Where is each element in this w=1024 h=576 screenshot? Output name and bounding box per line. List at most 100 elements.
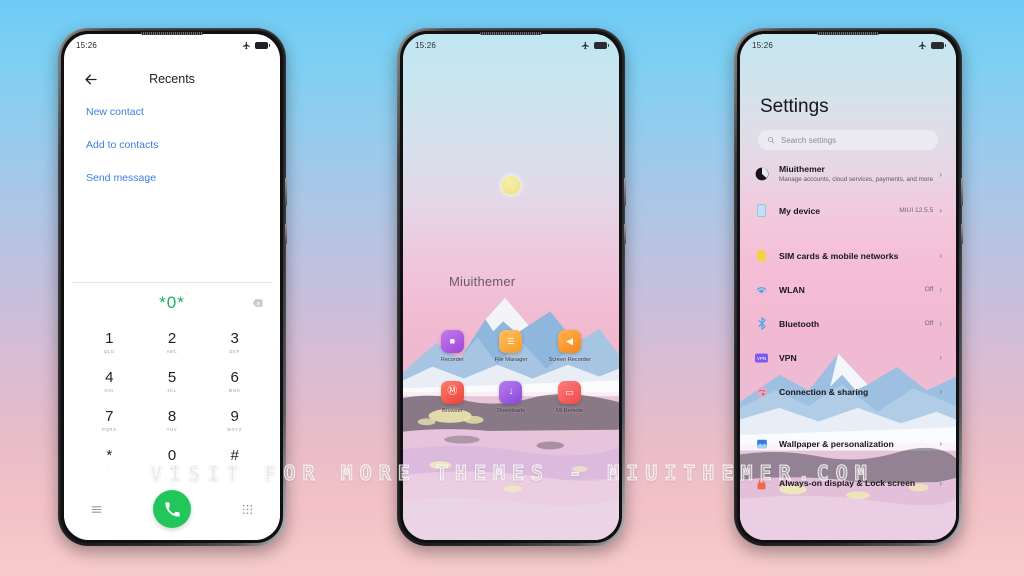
volume-button[interactable] xyxy=(624,178,626,206)
status-icons xyxy=(581,41,609,50)
bluetooth-icon xyxy=(754,316,769,331)
status-time: 15:26 xyxy=(76,40,98,50)
key-star[interactable]: *, xyxy=(78,440,141,479)
app-file-manager[interactable]: ☰ File Manager xyxy=(484,330,538,365)
phone-settings: 15:26 Settings Search settings Miuitheme… xyxy=(734,28,963,546)
chevron-right-icon: › xyxy=(939,319,942,328)
sim-card-icon xyxy=(754,248,769,263)
app-mi-remote[interactable]: ▭ Mi Remote xyxy=(543,380,597,416)
phone2-screen: 15:26 Miuithemer ■ Recorder ☰ File Manag… xyxy=(403,34,619,540)
chevron-right-icon: › xyxy=(939,353,942,362)
phone-bezel: 15:26 Settings Search settings Miuitheme… xyxy=(737,31,959,543)
settings-item-my-device[interactable]: My device MIUI 12.5.5 › xyxy=(740,195,956,227)
keypad-icon[interactable] xyxy=(241,503,254,516)
power-button[interactable] xyxy=(624,224,626,244)
key-5-number: 5 xyxy=(167,369,177,386)
settings-item-bluetooth-label: Bluetooth xyxy=(779,318,820,329)
dialer-bottom-bar xyxy=(64,488,280,530)
key-5[interactable]: 5 JKL xyxy=(141,362,204,401)
settings-item-vpn[interactable]: VPN VPN › xyxy=(740,341,956,375)
settings-item-my-device-value: MIUI 12.5.5 xyxy=(899,207,934,214)
key-6[interactable]: 6 MNO xyxy=(203,362,266,401)
recents-action-list: New contact Add to contacts Send message xyxy=(86,106,262,205)
wallpaper-icon xyxy=(754,436,769,451)
app-screen-recorder[interactable]: ◀ Screen Recorder xyxy=(543,330,597,365)
app-browser-label: Browser xyxy=(442,407,463,414)
app-browser[interactable]: Ⓜ Browser xyxy=(425,380,479,416)
airplane-icon xyxy=(581,41,589,49)
link-send-message[interactable]: Send message xyxy=(86,172,262,184)
settings-item-bluetooth[interactable]: Bluetooth Off › xyxy=(740,307,956,341)
power-button[interactable] xyxy=(285,224,287,244)
screen-recorder-icon: ◀ xyxy=(558,330,582,353)
dialpad-keys: 1 QLD 2 ABC 3 DEF 4 GHI 5 JKL 6 MNO 7 PQRS 8 TUV… xyxy=(64,323,280,479)
chevron-right-icon: › xyxy=(939,206,942,215)
phone-home: 15:26 Miuithemer ■ Recorder ☰ File Manag… xyxy=(397,28,626,546)
key-2[interactable]: 2 ABC xyxy=(141,323,204,362)
app-recorder[interactable]: ■ Recorder xyxy=(425,330,479,365)
app-mi-remote-label: Mi Remote xyxy=(556,407,584,414)
backspace-icon[interactable] xyxy=(251,298,264,308)
link-new-contact[interactable]: New contact xyxy=(86,106,262,118)
key-8-letters: TUV xyxy=(166,427,178,432)
file-manager-icon: ☰ xyxy=(499,330,523,353)
app-downloads-label: Downloads xyxy=(497,407,525,414)
settings-item-always-on-display-label: Always-on display & Lock screen xyxy=(779,477,916,488)
key-1-letters: QLD xyxy=(103,349,115,354)
key-4[interactable]: 4 GHI xyxy=(78,362,141,401)
volume-button[interactable] xyxy=(961,178,963,206)
dialed-number: *0* xyxy=(159,293,185,312)
status-bar: 15:26 xyxy=(740,34,956,56)
key-6-letters: MNO xyxy=(228,388,241,393)
key-9-letters: WXYZ xyxy=(227,427,243,432)
settings-item-connection-sharing-label: Connection & sharing xyxy=(779,386,869,397)
call-button[interactable] xyxy=(153,490,191,528)
key-hash-number: # xyxy=(230,447,239,464)
key-star-number: * xyxy=(106,447,113,464)
page-title: Settings xyxy=(760,96,829,117)
chevron-right-icon: › xyxy=(939,439,942,448)
browser-icon: Ⓜ xyxy=(440,380,464,404)
account-text: Miuithemer Manage accounts, cloud servic… xyxy=(779,164,939,185)
settings-item-wallpaper[interactable]: Wallpaper & personalization › xyxy=(740,427,956,461)
connection-icon xyxy=(754,384,769,399)
key-hash[interactable]: # xyxy=(203,440,266,479)
settings-item-wlan[interactable]: WLAN Off › xyxy=(740,273,956,307)
power-button[interactable] xyxy=(961,224,963,244)
settings-item-wallpaper-label: Wallpaper & personalization xyxy=(779,438,894,449)
status-bar: 15:26 xyxy=(403,34,619,56)
settings-item-always-on-display[interactable]: Always-on display & Lock screen › xyxy=(740,467,956,501)
settings-item-wlan-value: Off xyxy=(924,286,934,293)
phone-call-icon xyxy=(164,501,180,517)
key-9[interactable]: 9 WXYZ xyxy=(203,401,266,440)
key-1-number: 1 xyxy=(105,330,114,347)
key-1[interactable]: 1 QLD xyxy=(78,323,141,362)
settings-item-sim-cards[interactable]: SIM cards & mobile networks › xyxy=(740,239,956,273)
chevron-right-icon: › xyxy=(939,387,942,396)
dial-entry-row: *0* xyxy=(64,283,280,323)
key-8[interactable]: 8 TUV xyxy=(141,401,204,440)
phone-dialer: 15:26 Recents New contact Add to contact… xyxy=(58,28,287,546)
device-icon xyxy=(754,203,769,218)
phone-bezel: 15:26 Miuithemer ■ Recorder ☰ File Manag… xyxy=(400,31,622,543)
key-3[interactable]: 3 DEF xyxy=(203,323,266,362)
phone1-screen: 15:26 Recents New contact Add to contact… xyxy=(64,34,280,540)
settings-item-connection-sharing[interactable]: Connection & sharing › xyxy=(740,375,956,409)
app-screen-recorder-label: Screen Recorder xyxy=(548,357,591,363)
search-input[interactable]: Search settings xyxy=(758,130,938,150)
phone-bezel: 15:26 Recents New contact Add to contact… xyxy=(61,31,283,543)
key-9-number: 9 xyxy=(230,408,239,425)
settings-item-account[interactable]: Miuithemer Manage accounts, cloud servic… xyxy=(740,158,956,195)
key-0[interactable]: 0 + xyxy=(141,440,204,479)
app-downloads[interactable]: ↓ Downloads xyxy=(484,380,538,416)
downloads-icon: ↓ xyxy=(499,380,523,404)
battery-icon xyxy=(931,41,946,49)
status-icons xyxy=(242,41,270,50)
key-7[interactable]: 7 PQRS xyxy=(78,401,141,440)
key-star-letters: , xyxy=(108,466,111,471)
airplane-icon xyxy=(242,41,250,49)
volume-button[interactable] xyxy=(285,178,287,206)
menu-icon[interactable] xyxy=(90,503,103,516)
chevron-right-icon: › xyxy=(939,251,942,260)
link-add-to-contacts[interactable]: Add to contacts xyxy=(86,139,262,151)
